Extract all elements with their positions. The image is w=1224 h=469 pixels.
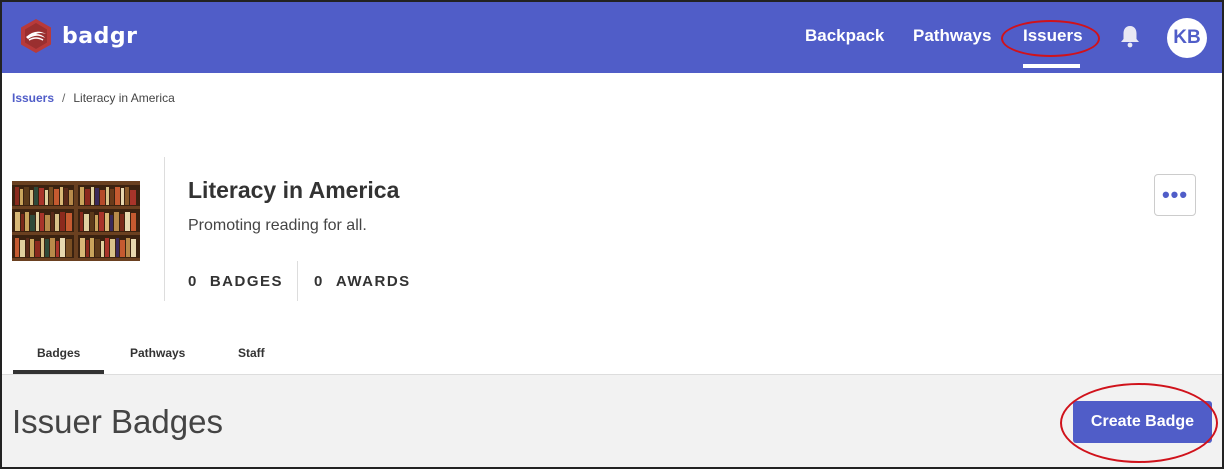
issuer-name: Literacy in America (188, 177, 400, 203)
notification-bell-icon[interactable] (1119, 24, 1141, 48)
badgr-logo[interactable]: badgr (18, 18, 137, 54)
tab-staff[interactable]: Staff (238, 346, 265, 360)
badgr-logo-icon (21, 19, 51, 53)
breadcrumb: Issuers / Literacy in America (12, 91, 175, 105)
breadcrumb-issuers-link[interactable]: Issuers (12, 91, 54, 105)
app-window: badgr Backpack Pathways Issuers KB Issue… (0, 0, 1224, 469)
more-options-icon: ••• (1161, 182, 1189, 207)
awards-stat: 0 AWARDS (314, 273, 411, 290)
more-options-button[interactable]: ••• (1154, 174, 1196, 216)
tab-pathways[interactable]: Pathways (130, 346, 185, 360)
top-navigation-bar: badgr Backpack Pathways Issuers KB (2, 2, 1222, 73)
badges-stat-label: BADGES (209, 273, 284, 290)
section-title: Issuer Badges (12, 403, 223, 440)
awards-stat-label: AWARDS (335, 273, 411, 290)
create-badge-highlight-circle (1060, 383, 1218, 463)
badges-count: 0 (188, 273, 198, 290)
issuer-image (12, 181, 140, 261)
nav-active-indicator (1023, 64, 1080, 68)
breadcrumb-separator: / (62, 91, 66, 105)
logo-text: badgr (62, 23, 138, 49)
issuer-badges-section: Issuer Badges Create Badge (2, 374, 1222, 467)
breadcrumb-current: Literacy in America (73, 91, 175, 105)
card-divider (164, 157, 165, 301)
awards-count: 0 (314, 273, 324, 290)
user-avatar[interactable]: KB (1167, 18, 1207, 58)
nav-pathways[interactable]: Pathways (913, 26, 991, 46)
nav-backpack[interactable]: Backpack (805, 26, 884, 46)
issuers-highlight-circle (1001, 20, 1100, 57)
tab-badges[interactable]: Badges (37, 346, 80, 360)
stat-divider (297, 261, 298, 301)
issuer-description: Promoting reading for all. (188, 217, 367, 234)
badges-stat: 0 BADGES (188, 273, 283, 290)
